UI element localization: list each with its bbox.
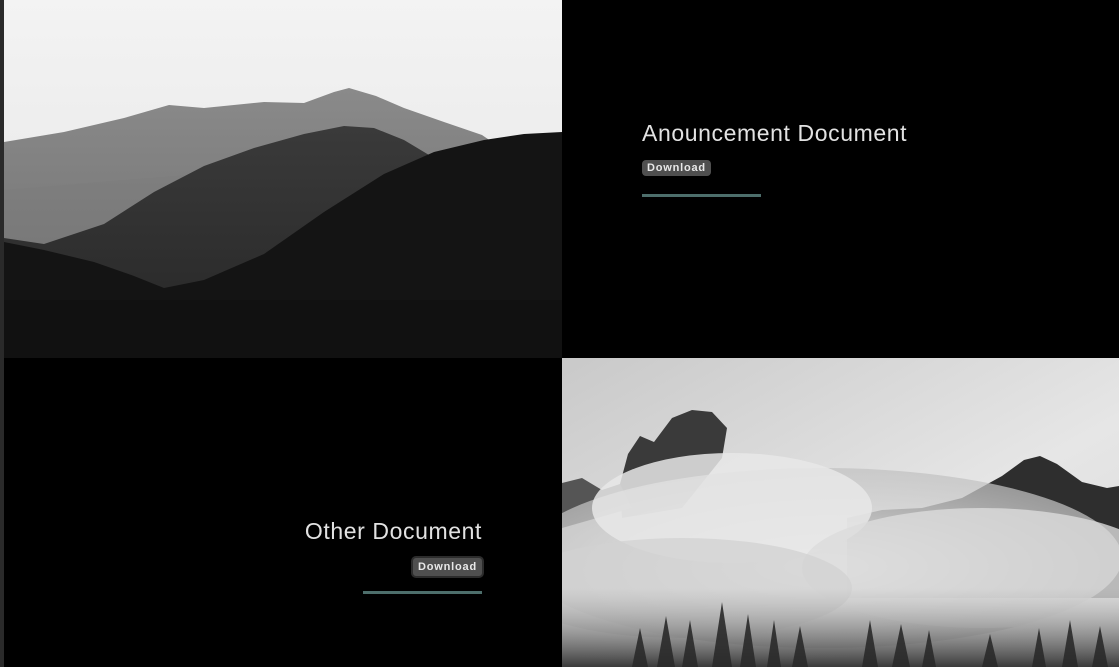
document-gallery: Anouncement Document Download Other Docu… bbox=[0, 0, 1119, 667]
misty-peaks-image bbox=[562, 358, 1119, 667]
other-document-card: Other Document Download bbox=[4, 358, 562, 667]
document-title: Other Document bbox=[304, 518, 482, 544]
document-title: Anouncement Document bbox=[642, 120, 908, 146]
accent-underline bbox=[642, 194, 761, 197]
download-button[interactable]: Download bbox=[411, 556, 484, 578]
download-button[interactable]: Download bbox=[642, 160, 711, 176]
mountain-ridges-image bbox=[4, 0, 562, 358]
announcement-document-card: Anouncement Document Download bbox=[562, 0, 1119, 358]
accent-underline bbox=[363, 591, 482, 594]
